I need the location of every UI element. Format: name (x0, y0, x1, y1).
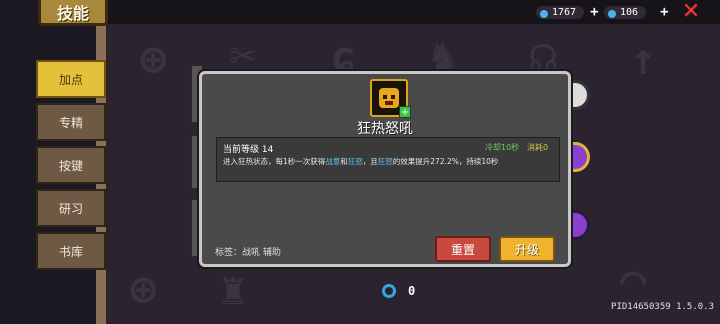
skill-tags: 标签：战吼 辅助 (215, 248, 281, 258)
energy-icon (608, 9, 616, 18)
background-skill-icon: ⊕ (140, 34, 167, 85)
skill-cost: 消耗0 (527, 143, 549, 152)
mouth-icon (385, 101, 393, 105)
keyword-fury: 狂怒 (347, 157, 363, 166)
page-title: 技能 (38, 0, 108, 26)
energy-counter: 106 + (604, 4, 669, 20)
skill-detail-dialog: + 狂热怒吼 当前等级 14 冷却10秒 消耗0 进入狂热状态，每1秒一次获得战… (199, 71, 571, 267)
skill-info-box: 当前等级 14 冷却10秒 消耗0 进入狂热状态，每1秒一次获得战意和狂怒，且狂… (216, 137, 560, 182)
background-skill-icon: ♜ (220, 264, 247, 315)
energy-value: 106 (620, 6, 639, 18)
upgrade-available-icon: + (399, 106, 411, 118)
eye-icon (391, 95, 395, 99)
tab-study[interactable]: 研习 (36, 189, 106, 227)
tab-specialization[interactable]: 专精 (36, 103, 106, 141)
background-skill-icon: ⌒ (620, 254, 647, 305)
skill-level: 当前等级 14 (223, 145, 274, 155)
add-gems-button[interactable]: + (590, 4, 598, 20)
keyword-fury: 狂怒 (377, 157, 393, 166)
description-text: 进入狂热状态，每1秒一次获得 (223, 157, 326, 166)
description-text: ，且 (362, 157, 378, 166)
eye-icon (383, 95, 387, 99)
skill-name: 狂热怒吼 (357, 121, 413, 137)
add-energy-button[interactable]: + (660, 4, 668, 20)
skill-points-value: 0 (408, 284, 416, 298)
reset-button[interactable]: 重置 (435, 236, 491, 262)
skill-point-icon (382, 284, 396, 298)
roar-face-icon (379, 88, 399, 108)
skill-points: 0 (382, 283, 415, 299)
tab-keybinds[interactable]: 按键 (36, 146, 106, 184)
upgrade-button[interactable]: 升级 (499, 236, 555, 262)
skill-cooldown: 冷却10秒 (485, 143, 520, 152)
background-skill-icon: ⊕ (130, 264, 157, 315)
skill-description: 进入狂热状态，每1秒一次获得战意和狂怒，且狂怒的效果提升272.2%，持续10秒 (223, 156, 498, 167)
background-skill-icon: ↑ (630, 34, 657, 85)
description-text: 的效果提升272.2%，持续10秒 (392, 157, 499, 166)
version-label: PID14650359 1.5.0.3 (611, 302, 714, 312)
gem-value: 1767 (552, 6, 577, 18)
close-button[interactable]: ✕ (680, 1, 702, 23)
description-text: 和 (340, 157, 348, 166)
keyword-battle-will: 战意 (325, 157, 341, 166)
sidebar: 加点 专精 按键 研习 书库 (36, 60, 108, 275)
gem-counter: 1767 + (536, 4, 599, 20)
fanatic-roar-icon: + (370, 79, 411, 118)
gem-icon (540, 9, 548, 18)
tab-library[interactable]: 书库 (36, 232, 106, 270)
tab-add-points[interactable]: 加点 (36, 60, 106, 98)
